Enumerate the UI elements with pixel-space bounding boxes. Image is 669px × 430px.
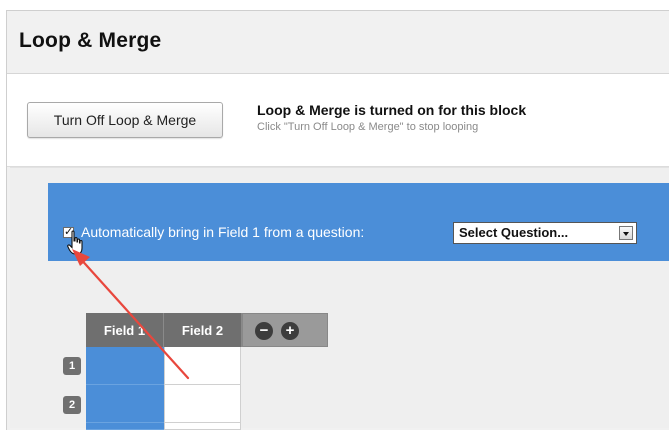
annotation-arrow: [72, 249, 190, 380]
